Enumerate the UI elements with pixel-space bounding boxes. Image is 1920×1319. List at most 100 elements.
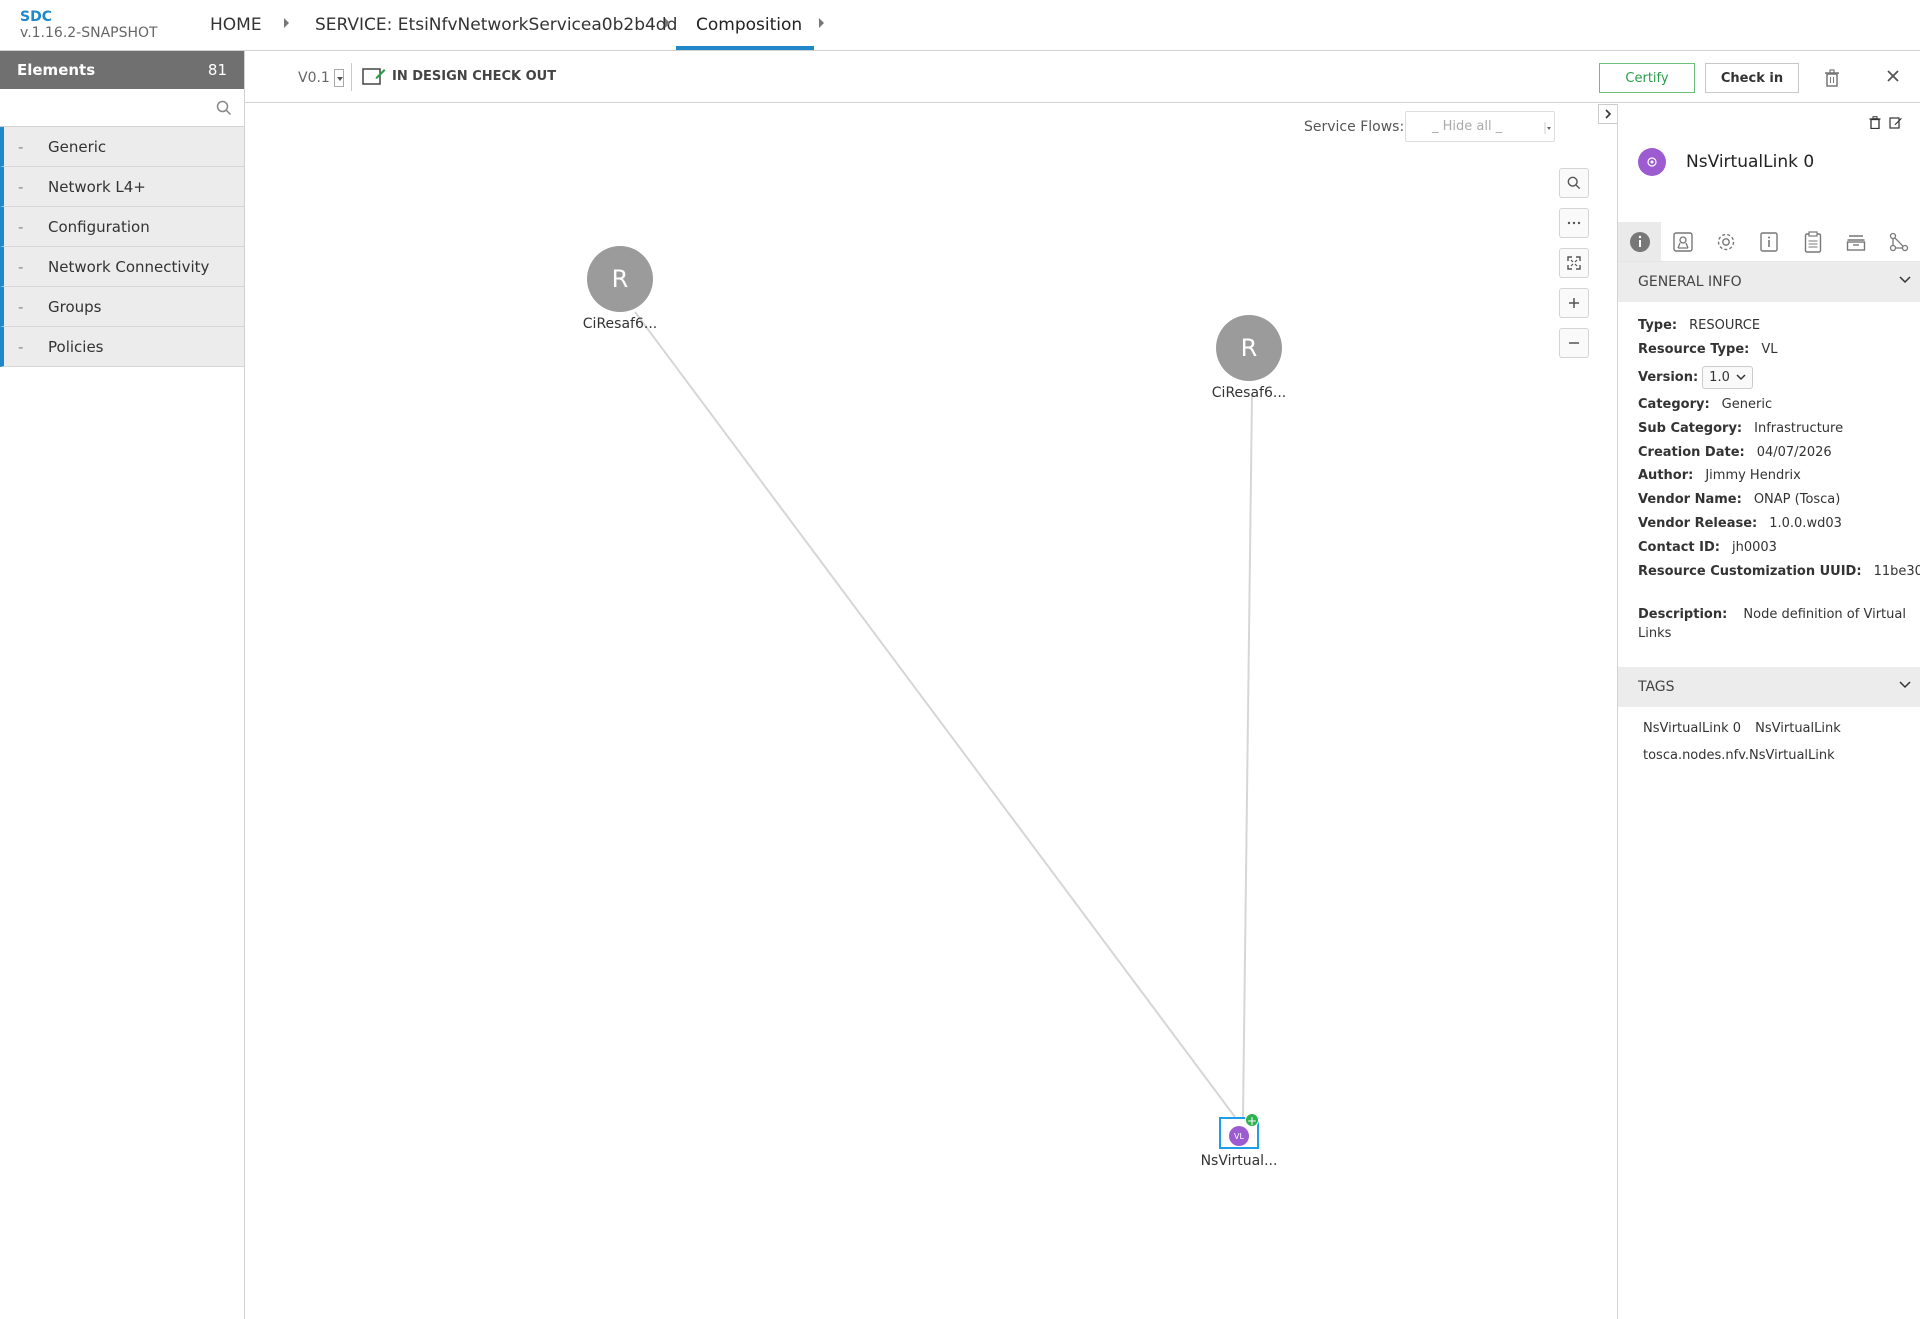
search-icon[interactable] [216,100,232,116]
version-select[interactable]: V0.1 [298,69,344,87]
category-groups[interactable]: - Groups [0,287,244,327]
app-version: v.1.16.2-SNAPSHOT [20,25,158,41]
chevron-down-icon [1736,374,1746,380]
info-row-vendor-release: Vendor Release: 1.0.0.wd03 [1638,512,1913,536]
trash-icon[interactable] [1824,69,1840,87]
info-icon [1629,231,1650,252]
details-panel: NsVirtualLink 0 GENERAL INFO Type: RESOUR… [1617,104,1920,1319]
info-value: RESOURCE [1689,318,1761,334]
general-info-title: GENERAL INFO [1638,274,1742,290]
category-network-l4[interactable]: - Network L4+ [0,167,244,207]
info-row-type: Type: RESOURCE [1638,314,1913,338]
info-row-category: Category: Generic [1638,393,1913,417]
search-canvas-button[interactable] [1559,168,1589,198]
collapse-panel-button[interactable] [1598,104,1618,124]
selected-node-frame: VL + [1219,1113,1259,1149]
collapse-dash-icon: - [18,337,24,356]
info-row-creation-date: Creation Date: 04/07/2026 [1638,440,1913,464]
canvas-node-resource[interactable]: R CiResaf6... [1194,315,1304,401]
breadcrumb-composition[interactable]: Composition [696,14,802,36]
breadcrumb-home[interactable]: HOME [210,14,262,36]
close-icon[interactable] [1885,68,1901,84]
version-dropdown-value: 1.0 [1709,369,1730,385]
info-value: Infrastructure [1754,420,1844,436]
breadcrumb-arrow-icon [284,18,289,28]
chevron-down-icon [333,69,344,87]
info-row-vendor-name: Vendor Name: ONAP (Tosca) [1638,488,1913,512]
collapse-dash-icon: - [18,177,24,196]
collapse-dash-icon: - [18,297,24,316]
gear-icon [1718,233,1735,250]
tab-api[interactable] [1791,222,1834,261]
info-key: Author: [1638,468,1694,484]
breadcrumb-service[interactable]: SERVICE: EtsiNfvNetworkServicea0b2b4dd [315,14,677,36]
elements-search-input[interactable] [0,89,210,125]
workspace-toolbar: V0.1 IN DESIGN CHECK OUT Certify Check i… [245,51,1920,103]
category-network-connectivity[interactable]: - Network Connectivity [0,247,244,287]
info-row-version: Version: 1.0 [1638,362,1913,393]
info-key: Vendor Name: [1638,492,1742,508]
zoom-out-icon [1569,342,1579,344]
category-generic[interactable]: - Generic [0,127,244,167]
add-relation-icon[interactable]: + [1245,1113,1259,1128]
search-icon [1567,176,1581,190]
category-label: Configuration [48,217,150,236]
info-description: Description: Node definition of Virtual … [1638,605,1913,643]
virtual-link-icon [1638,148,1666,176]
category-policies[interactable]: - Policies [0,327,244,367]
composition-canvas[interactable]: Service Flows: _ Hide all _ R CiResaf6..… [245,104,1617,1319]
certify-button[interactable]: Certify [1599,63,1695,93]
trash-icon[interactable] [1869,116,1881,129]
edit-icon[interactable] [1889,116,1902,129]
chevron-right-icon [1605,109,1612,119]
collapse-dash-icon: - [18,257,24,276]
tab-composition[interactable] [1834,222,1877,261]
tab-general-info[interactable] [1618,222,1662,261]
info-row-sub-category: Sub Category: Infrastructure [1638,416,1913,440]
tab-deployment-artifacts[interactable] [1661,222,1704,261]
tags-list: NsVirtualLink 0 NsVirtualLink tosca.node… [1643,721,1851,775]
general-info-list: Type: RESOURCE Resource Type: VL Version: … [1638,314,1920,643]
info-value: Generic [1721,396,1773,412]
app-logo[interactable]: SDC v.1.16.2-SNAPSHOT [20,9,158,42]
category-label: Network L4+ [48,177,146,196]
component-name: NsVirtualLink 0 [1686,152,1815,172]
canvas-node-resource[interactable]: R CiResaf6... [565,246,675,332]
zoom-in-button[interactable] [1559,288,1589,318]
canvas-links [634,311,1253,1118]
info-key: Vendor Release: [1638,515,1758,531]
chevron-down-icon [1899,276,1911,284]
tab-properties[interactable] [1705,222,1748,261]
breadcrumb-arrow-icon [819,18,824,28]
tags-header[interactable]: TAGS [1618,667,1920,707]
node-circle: R [587,246,653,312]
collapse-dash-icon: - [18,137,24,156]
category-configuration[interactable]: - Configuration [0,207,244,247]
top-bar: SDC v.1.16.2-SNAPSHOT HOME SERVICE: Etsi… [0,0,1920,51]
tag: NsVirtualLink 0 [1643,721,1742,736]
link-line[interactable] [634,311,1236,1118]
tab-relations[interactable] [1878,222,1920,261]
link-line[interactable] [1242,393,1253,1118]
app-name: SDC [20,9,52,25]
checkin-button[interactable]: Check in [1705,63,1799,93]
info-key: Resource Customization UUID: [1638,563,1862,579]
service-flows-label: Service Flows: [1304,119,1405,135]
info-row-resource-type: Resource Type: VL [1638,338,1913,362]
tab-information-artifacts[interactable] [1748,222,1791,261]
service-flows-select[interactable]: _ Hide all _ [1405,111,1555,142]
canvas-node-virtual-link[interactable]: VL + NsVirtual... [1184,1113,1294,1169]
relations-icon [1890,232,1909,251]
elements-palette: Elements 81 - Generic - Network L4+ - Confi… [0,51,245,1319]
general-info-header[interactable]: GENERAL INFO [1618,262,1920,302]
info-key: Creation Date: [1638,444,1745,460]
version-dropdown[interactable]: 1.0 [1702,365,1753,389]
zoom-out-button[interactable] [1559,328,1589,358]
vl-node-icon: VL [1229,1126,1249,1146]
fit-to-screen-button[interactable] [1559,248,1589,278]
collapse-dash-icon: - [18,217,24,236]
panel-actions [1869,116,1902,129]
node-label: NsVirtual... [1200,1153,1278,1169]
more-options-button[interactable] [1559,208,1589,238]
info-value: jh0003 [1732,539,1777,555]
